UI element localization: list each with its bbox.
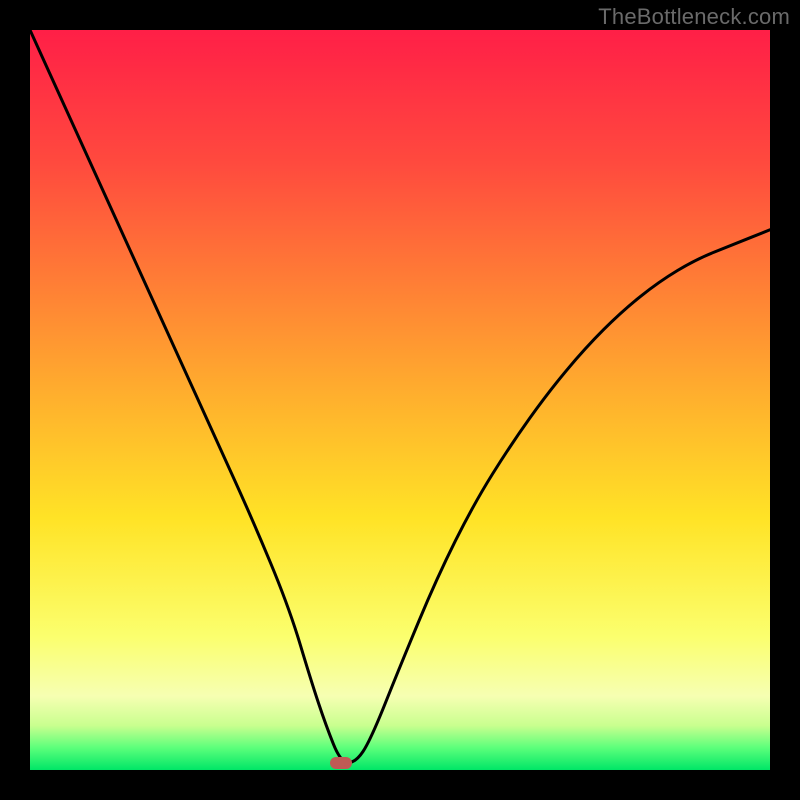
watermark-text: TheBottleneck.com xyxy=(598,4,790,30)
plot-area xyxy=(30,30,770,770)
bottleneck-curve xyxy=(30,30,770,770)
chart-frame: TheBottleneck.com xyxy=(0,0,800,800)
min-marker xyxy=(330,757,352,769)
